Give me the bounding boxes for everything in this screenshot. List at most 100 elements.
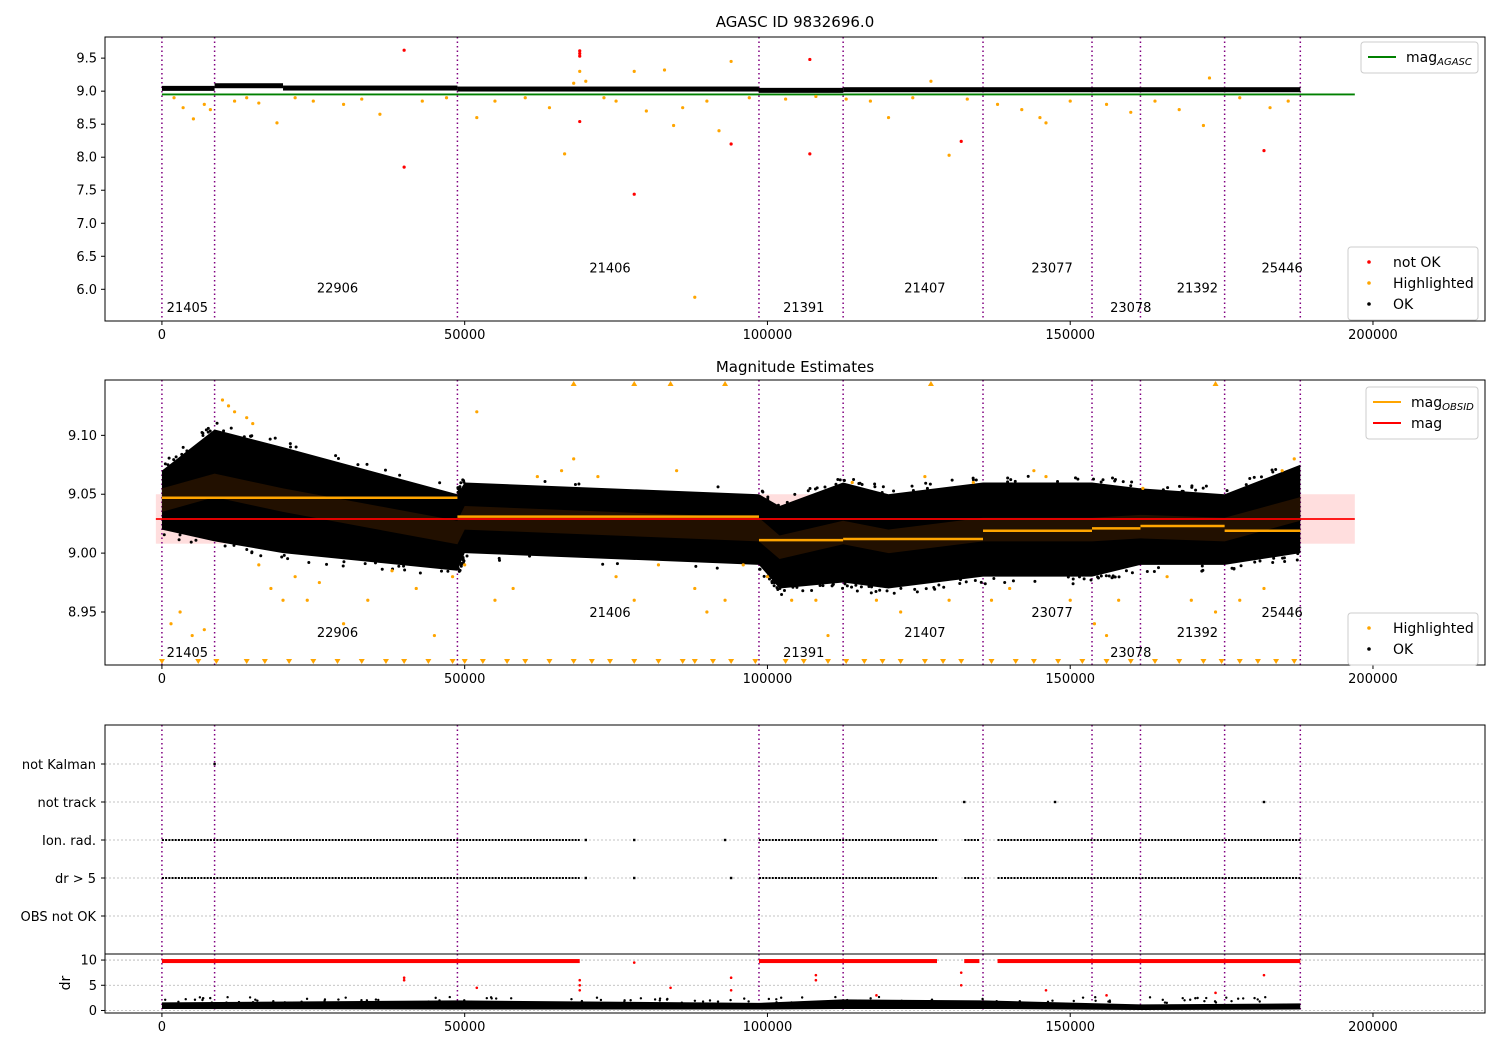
dr-ok-point [509, 997, 513, 1000]
dr-ok-point [237, 1000, 241, 1004]
legend-agasc-label-sub: AGASC [1436, 57, 1472, 68]
clipped-low-marker [1103, 659, 1110, 664]
ok-point [892, 591, 896, 595]
highlighted-point [1117, 598, 1121, 602]
ok-point [1056, 479, 1060, 483]
ok-point [834, 482, 838, 486]
panel-agasc-ytick-label: 7.0 [76, 217, 97, 232]
clipped-high-marker [722, 381, 729, 386]
ok-point [465, 554, 469, 558]
dr-ok-point [666, 997, 669, 1001]
panel-dr-xtick-label: 200000 [1348, 1020, 1398, 1035]
panel-agasc-xtick-label: 150000 [1045, 328, 1095, 343]
clipped-low-marker [679, 659, 686, 664]
ok-point [1181, 489, 1185, 493]
panel-dr-ylabel: dr [58, 975, 74, 990]
clipped-low-marker [310, 659, 317, 664]
ok-point [1130, 571, 1134, 575]
ok-point [1130, 480, 1134, 484]
dr-ok-point [888, 1001, 892, 1005]
clipped-low-marker [158, 659, 165, 664]
highlighted-point [232, 410, 237, 414]
ok-point [194, 538, 198, 542]
panel-flags-plot: not Kalman not track Ion. rad. dr > 5 OBS no… [21, 725, 1485, 954]
ok-point [1111, 575, 1115, 579]
dr-ok-point [1230, 999, 1233, 1003]
highlighted-point [662, 68, 667, 72]
dr-ok-point [163, 998, 167, 1001]
highlighted-point [420, 99, 424, 103]
clipped-high-marker [667, 381, 674, 386]
dr-ok-point [1072, 999, 1075, 1003]
dr-ok-point [344, 996, 347, 999]
ok-point [1239, 564, 1243, 568]
ok-point [325, 562, 329, 566]
highlighted-point [251, 421, 255, 426]
highlighted-point [814, 598, 818, 602]
dr-ok-point [494, 997, 498, 1000]
ok-point [288, 445, 292, 449]
ok-point [818, 584, 822, 588]
highlighted-point [257, 563, 261, 567]
ok-point [1099, 574, 1103, 578]
dr-red-point [402, 978, 406, 982]
dr-ok-point [528, 1001, 531, 1004]
ok-point [874, 589, 878, 593]
ok-point [1166, 486, 1170, 490]
dr-ok-point [743, 997, 746, 1000]
ok-point [1066, 575, 1070, 579]
panel-agasc-ytick-label: 9.0 [76, 85, 97, 100]
dr-ok-point [767, 997, 771, 1001]
panel-mag-estimates: Magnitude Estimates 21405 22906 21406 21391… [68, 358, 1486, 687]
highlighted-point [172, 96, 176, 100]
obsid-label: 23077 [1031, 262, 1072, 277]
dr-ok-point [1225, 996, 1228, 999]
highlighted-point [947, 598, 951, 602]
ok-point [842, 479, 846, 483]
ok-point [762, 574, 766, 578]
ok-point [795, 585, 799, 589]
dr-ok-point [775, 1001, 778, 1004]
ok-point [1107, 574, 1111, 578]
dr-ok-point [639, 997, 643, 1000]
highlighted-point [681, 106, 685, 110]
highlighted-point [729, 59, 733, 64]
ok-band [457, 86, 759, 92]
dr-red-point [875, 994, 878, 997]
highlighted-point [572, 81, 576, 85]
highlighted-point [1044, 121, 1048, 125]
dr-ok-point [680, 1001, 684, 1004]
ok-point [1009, 478, 1013, 482]
ok-point [462, 480, 466, 484]
ok-point [942, 585, 946, 589]
highlighted-point [378, 112, 382, 116]
ok-point [223, 544, 227, 548]
highlighted-point [1092, 622, 1097, 626]
clipped-low-marker [1151, 659, 1158, 664]
dr-ok-point [360, 999, 363, 1002]
highlighted-point [245, 416, 249, 420]
dr-ok-point [337, 998, 340, 1001]
ok-point [180, 452, 184, 456]
highlighted-point [450, 575, 455, 579]
dr-ok-point [938, 1001, 942, 1004]
obsid-label: 23077 [1031, 606, 1072, 621]
ok-point [845, 584, 849, 588]
ok-point [528, 554, 532, 558]
clipped-low-marker [588, 659, 595, 664]
ok-point [398, 473, 402, 477]
highlighted-point [1286, 99, 1290, 103]
highlighted-point [181, 106, 185, 110]
ok-point [924, 481, 928, 485]
ok-point [402, 564, 406, 568]
ok-point [859, 585, 863, 589]
dr-ok-point [924, 1000, 928, 1003]
ok-point [885, 589, 889, 593]
ok-band [283, 85, 458, 91]
flag-point [963, 800, 966, 804]
clipped-low-marker [504, 659, 511, 664]
ok-point [855, 589, 859, 593]
dr-ok-point [365, 999, 369, 1002]
highlighted-point [656, 563, 661, 567]
panel-mag-title: Magnitude Estimates [716, 358, 874, 376]
